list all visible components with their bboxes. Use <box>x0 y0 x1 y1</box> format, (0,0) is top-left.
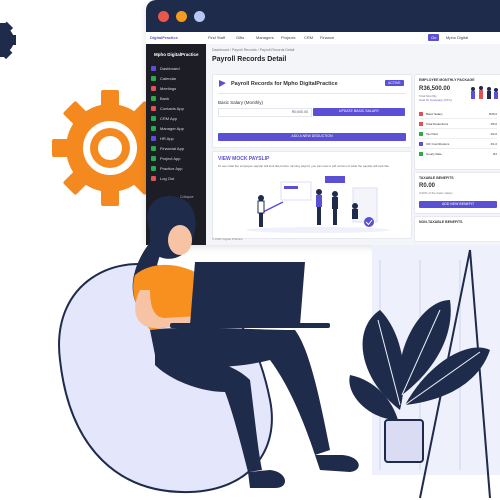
laptop-icon <box>190 262 305 325</box>
woman-illustration <box>58 195 500 499</box>
woman-face <box>168 225 192 255</box>
